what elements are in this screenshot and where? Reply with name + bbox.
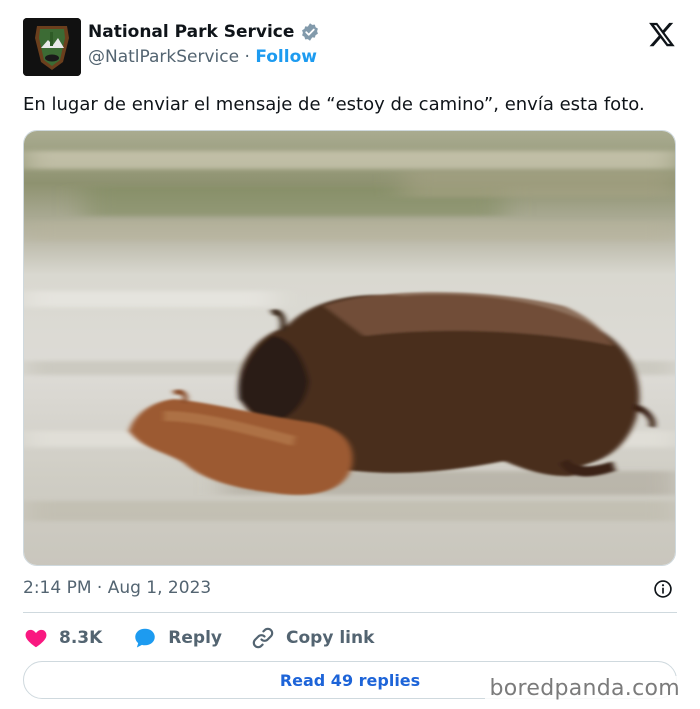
x-logo-icon[interactable]	[648, 20, 676, 48]
heart-icon	[25, 629, 47, 648]
handle-separator: ·	[244, 47, 250, 67]
author-handle-row: @NatlParkService · Follow	[88, 47, 317, 67]
copy-link-label: Copy link	[286, 628, 375, 648]
tweet-photo[interactable]	[23, 130, 676, 566]
action-bar: 8.3K Reply Copy link	[23, 624, 374, 652]
copy-link-button[interactable]: Copy link	[250, 625, 374, 651]
follow-button[interactable]: Follow	[255, 47, 317, 67]
reply-label: Reply	[168, 628, 222, 648]
reply-bubble-icon	[135, 628, 156, 648]
verified-badge-icon	[302, 23, 319, 41]
like-count: 8.3K	[59, 628, 103, 648]
nps-arrowhead-logo	[23, 18, 81, 76]
read-replies-label: Read 49 replies	[279, 670, 421, 690]
avatar[interactable]	[23, 18, 81, 76]
author-display-name[interactable]: National Park Service	[88, 22, 294, 42]
author-name-row: National Park Service	[88, 22, 320, 42]
info-icon[interactable]	[653, 579, 673, 599]
bison-photo	[24, 131, 675, 565]
reply-button[interactable]: Reply	[132, 625, 222, 651]
divider	[23, 612, 677, 613]
tweet-text: En lugar de enviar el mensaje de “estoy …	[23, 94, 645, 115]
watermark: boredpanda.com	[485, 676, 684, 701]
author-handle[interactable]: @NatlParkService	[88, 47, 239, 67]
like-button[interactable]: 8.3K	[23, 625, 102, 651]
tweet-timestamp[interactable]: 2:14 PM · Aug 1, 2023	[23, 578, 211, 598]
link-icon	[252, 627, 274, 649]
